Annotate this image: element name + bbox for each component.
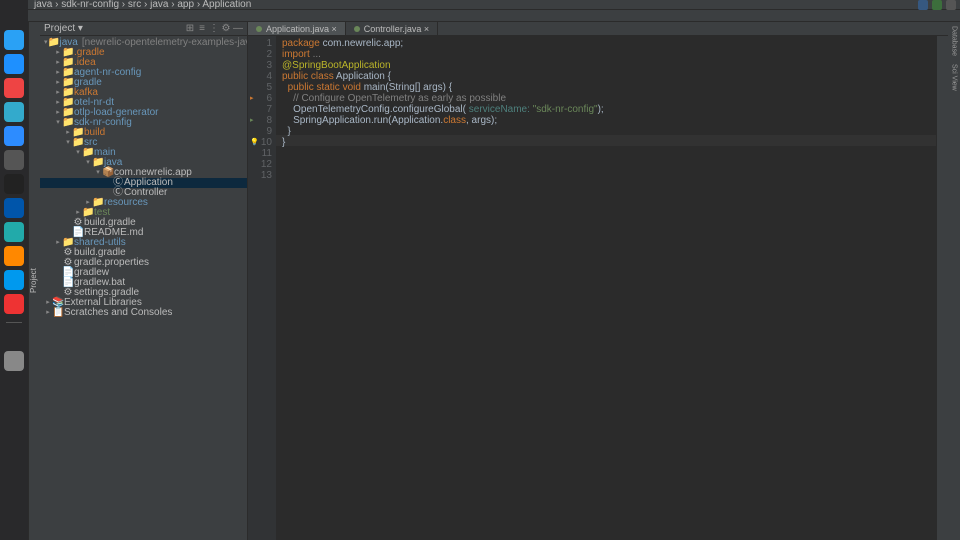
dock-vscode-icon[interactable] bbox=[4, 222, 24, 242]
project-header: Project ▾ ⊞ ≡ ⋮ ⚙ — bbox=[40, 22, 247, 36]
project-tree[interactable]: ▾📁java[newrelic-opentelemetry-examples-j… bbox=[40, 36, 247, 540]
dock-docker-icon[interactable] bbox=[4, 270, 24, 290]
search-icon[interactable] bbox=[932, 0, 942, 10]
collapse-icon[interactable]: ⋮ bbox=[209, 23, 219, 34]
settings-icon[interactable] bbox=[946, 0, 956, 10]
gear-icon[interactable]: ⚙ bbox=[221, 23, 231, 34]
locate-icon[interactable]: ⊞ bbox=[185, 23, 195, 34]
dock-mail-icon[interactable] bbox=[4, 102, 24, 122]
top-right-tools bbox=[918, 0, 956, 10]
dock-trash-icon[interactable] bbox=[4, 351, 24, 371]
dock-settings-icon[interactable] bbox=[4, 150, 24, 170]
tree-item[interactable]: ▸📁resources bbox=[40, 198, 247, 208]
editor-tab[interactable]: Application.java × bbox=[248, 22, 346, 35]
sciview-tool-tab[interactable]: Sci View bbox=[951, 60, 958, 95]
project-tool-tab[interactable]: Project bbox=[28, 22, 40, 540]
project-pane: Project ▾ ⊞ ≡ ⋮ ⚙ — ▾📁java[newrelic-open… bbox=[40, 22, 248, 540]
tree-item[interactable]: ▾📁src bbox=[40, 138, 247, 148]
tree-item[interactable]: ▸📁test bbox=[40, 208, 247, 218]
editor-tab[interactable]: Controller.java × bbox=[346, 22, 438, 35]
dock-safari-icon[interactable] bbox=[4, 54, 24, 74]
macos-dock bbox=[0, 0, 28, 540]
code-editor[interactable]: package com.newrelic.app;import ...@Spri… bbox=[276, 36, 936, 540]
toolbar bbox=[28, 10, 960, 22]
hide-icon[interactable]: — bbox=[233, 23, 243, 34]
dock-chrome-icon[interactable] bbox=[4, 78, 24, 98]
run-config-icon[interactable] bbox=[918, 0, 928, 10]
dock-code-icon[interactable] bbox=[4, 198, 24, 218]
error-stripe[interactable] bbox=[936, 36, 948, 540]
right-tool-strip: Database Sci View bbox=[948, 22, 960, 540]
expand-icon[interactable]: ≡ bbox=[197, 23, 207, 34]
gutter[interactable]: 123456▸78▸910💡111213 bbox=[248, 36, 276, 540]
dock-terminal-icon[interactable] bbox=[4, 174, 24, 194]
dock-zoom-icon[interactable] bbox=[4, 126, 24, 146]
breadcrumb-bar: java › sdk-nr-config › src › java › app … bbox=[28, 0, 960, 10]
database-tool-tab[interactable]: Database bbox=[951, 22, 958, 60]
breadcrumb[interactable]: java › sdk-nr-config › src › java › app … bbox=[34, 0, 251, 10]
tree-item[interactable]: ▾📁main bbox=[40, 148, 247, 158]
editor-tabs: Application.java ×Controller.java × bbox=[248, 22, 948, 36]
project-view-selector[interactable]: Project ▾ bbox=[44, 23, 183, 34]
tree-item[interactable]: ▸📋Scratches and Consoles bbox=[40, 308, 247, 318]
dock-idea-icon[interactable] bbox=[4, 246, 24, 266]
dock-finder-icon[interactable] bbox=[4, 30, 24, 50]
dock-intellij-icon[interactable] bbox=[4, 294, 24, 314]
